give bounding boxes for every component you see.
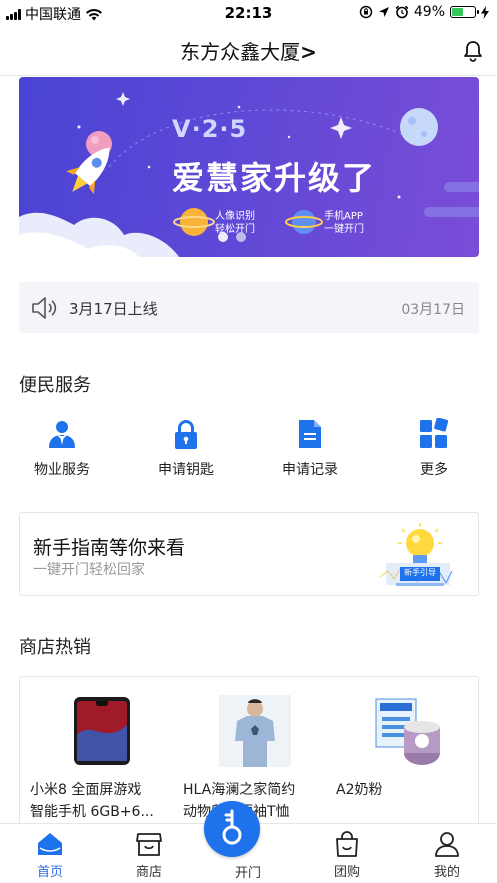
lightbulb-illustration — [379, 523, 453, 586]
chevron-right-icon: > — [300, 40, 317, 64]
smartphone-image — [74, 697, 130, 765]
tab-group-buy[interactable]: 团购 — [307, 824, 387, 883]
open-door-button[interactable] — [204, 801, 260, 857]
grid-more-icon — [420, 418, 449, 448]
profile-icon — [435, 832, 459, 857]
charging-bolt-icon — [481, 5, 489, 19]
services-section-title: 便民服务 — [19, 375, 91, 396]
promo-banner[interactable]: V·2·5 爱慧家升级了 人像识别 轻松开门 手机APP 一键开门 — [19, 77, 479, 257]
tab-label: 开门 — [234, 866, 261, 881]
home-icon — [38, 833, 62, 855]
product-name: A2奶粉 — [336, 779, 478, 801]
status-bar: 中国联通 22:13 49% — [0, 0, 497, 26]
product-name-line-1: A2奶粉 — [336, 782, 383, 798]
shop-section-title: 商店热销 — [19, 637, 91, 658]
banner-headline: 爱慧家升级了 — [172, 159, 377, 197]
banner-feature-1-line-1: 人像识别 — [215, 211, 255, 222]
banner-feature-2-line-1: 手机APP — [324, 211, 363, 222]
rotation-lock-icon — [359, 5, 373, 19]
lock-icon — [175, 420, 197, 449]
page-title: 东方众鑫大厦 — [180, 40, 301, 64]
banner-feature-2: 手机APP 一键开门 — [324, 210, 364, 236]
nav-bar: 东方众鑫大厦> — [0, 26, 497, 76]
service-more[interactable]: 更多 — [384, 418, 484, 479]
store-icon — [136, 833, 162, 856]
notification-bell-icon[interactable] — [461, 39, 485, 63]
service-request-key[interactable]: 申请钥匙 — [136, 418, 236, 479]
services-grid: 物业服务 申请钥匙 申请记录 更多 — [0, 418, 497, 478]
tab-home[interactable]: 首页 — [10, 824, 90, 883]
product-name-line-2: 智能手机 6GB+6... — [30, 804, 154, 820]
beginner-guide-card[interactable]: 新手指南等你来看 一键开门轻松回家 新手引导 — [19, 512, 479, 596]
banner-pagination[interactable] — [218, 232, 246, 242]
product-name: 小米8 全面屏游戏 智能手机 6GB+6... — [30, 779, 175, 823]
product-card[interactable]: 小米8 全面屏游戏 智能手机 6GB+6... — [20, 677, 170, 835]
service-label: 物业服务 — [34, 462, 90, 478]
guide-badge: 新手引导 — [404, 568, 436, 577]
banner-version: V·2·5 — [172, 115, 248, 143]
service-label: 更多 — [420, 462, 448, 478]
battery-percent: 49% — [413, 4, 445, 20]
location-arrow-icon — [378, 7, 389, 17]
tab-profile[interactable]: 我的 — [407, 824, 487, 883]
guide-subtitle: 一键开门轻松回家 — [33, 562, 145, 578]
announcement-date: 03月17日 — [401, 302, 465, 318]
alarm-clock-icon — [395, 5, 409, 19]
product-card[interactable]: A2奶粉 — [326, 677, 478, 835]
tab-label: 首页 — [36, 865, 63, 880]
battery-icon — [450, 6, 479, 18]
property-service-icon — [49, 421, 75, 448]
tab-label: 我的 — [433, 865, 460, 880]
service-label: 申请钥匙 — [158, 462, 214, 478]
building-selector[interactable]: 东方众鑫大厦> — [0, 36, 497, 65]
service-property[interactable]: 物业服务 — [12, 418, 112, 479]
product-name-line-1: 小米8 全面屏游戏 — [30, 782, 142, 798]
product-name-line-1: HLA海澜之家简约 — [183, 782, 296, 798]
milk-powder-image — [375, 698, 440, 765]
announcement-bar[interactable]: 3月17日上线 03月17日 — [19, 282, 479, 333]
banner-dot[interactable] — [236, 232, 246, 242]
tshirt-image — [219, 695, 291, 767]
announcement-text: 3月17日上线 — [69, 300, 158, 318]
service-request-records[interactable]: 申请记录 — [260, 418, 360, 479]
tab-open-door[interactable]: 开门 — [204, 801, 288, 883]
guide-title: 新手指南等你来看 — [33, 537, 186, 559]
shopping-bag-icon — [336, 831, 358, 857]
status-right: 49% — [359, 4, 489, 20]
speaker-icon — [32, 297, 57, 319]
tab-label: 团购 — [333, 865, 360, 880]
bottom-tab-bar: 首页 商店 开门 团购 我的 — [0, 801, 497, 883]
document-icon — [299, 420, 321, 448]
banner-dot[interactable] — [218, 232, 228, 242]
tab-store[interactable]: 商店 — [109, 824, 189, 883]
key-icon — [222, 809, 242, 845]
service-label: 申请记录 — [282, 462, 338, 478]
tab-label: 商店 — [135, 865, 162, 880]
banner-feature-2-line-2: 一键开门 — [324, 224, 364, 235]
